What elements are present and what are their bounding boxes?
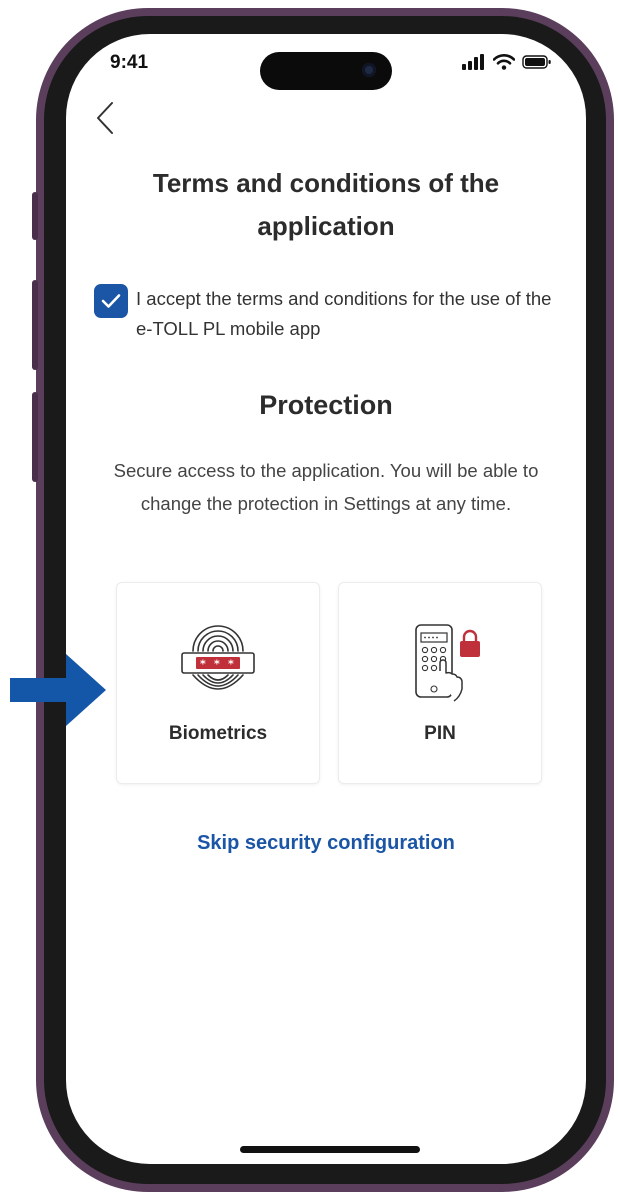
back-chevron-icon[interactable] xyxy=(92,100,118,136)
svg-text:*: * xyxy=(214,658,220,671)
biometrics-option-card[interactable]: * * * Biometrics xyxy=(116,582,320,784)
wifi-icon xyxy=(493,54,515,70)
skip-security-link[interactable]: Skip security configuration xyxy=(86,832,566,855)
camera-icon xyxy=(362,63,376,77)
page-title: Terms and conditions of the application xyxy=(152,168,500,241)
dynamic-island xyxy=(260,52,392,90)
svg-text:*: * xyxy=(200,658,206,671)
status-time: 9:41 xyxy=(110,52,149,73)
pin-option-card[interactable]: PIN xyxy=(338,582,542,784)
svg-text:*: * xyxy=(228,658,234,671)
app-screen: 9:41 Terms and conditions of the applica… xyxy=(66,34,586,1164)
battery-icon xyxy=(522,55,551,69)
terms-checkbox[interactable] xyxy=(94,284,128,318)
biometrics-label: Biometrics xyxy=(168,723,268,744)
phone-pin-icon xyxy=(415,624,480,702)
pointer-arrow-icon xyxy=(10,654,106,726)
side-button xyxy=(32,280,38,370)
side-button xyxy=(32,192,38,240)
protection-title: Protection xyxy=(259,390,393,420)
fingerprint-icon: * * * xyxy=(181,625,255,690)
checkmark-icon xyxy=(101,294,121,308)
side-button xyxy=(32,392,38,482)
terms-label: I accept the terms and conditions for th… xyxy=(136,288,552,339)
status-icons xyxy=(462,54,552,70)
signal-icon xyxy=(462,54,484,70)
pin-label: PIN xyxy=(424,723,456,744)
home-indicator xyxy=(240,1146,420,1153)
protection-description: Secure access to the application. You wi… xyxy=(113,460,539,514)
